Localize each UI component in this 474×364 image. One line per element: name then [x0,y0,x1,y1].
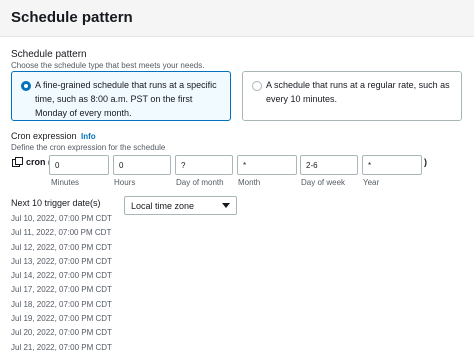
timezone-select[interactable]: Local time zone [124,196,237,215]
trigger-date: Jul 14, 2022, 07:00 PM CDT [11,271,112,281]
day-of-month-label: Day of month [176,178,224,187]
cron-prefix: cron ( [26,157,52,167]
radio-unselected-icon[interactable] [252,81,262,91]
trigger-date: Jul 12, 2022, 07:00 PM CDT [11,242,112,252]
schedule-pattern-label: Schedule pattern [11,49,87,60]
fine-grained-schedule-text: A fine-grained schedule that runs at a s… [35,80,217,118]
info-link[interactable]: Info [81,132,96,141]
minutes-input[interactable]: 0 [49,155,109,175]
page-title: Schedule pattern [11,9,133,26]
rate-schedule-text: A schedule that runs at a regular rate, … [266,80,450,104]
day-of-month-input[interactable]: ? [175,155,233,175]
month-input[interactable]: * [237,155,297,175]
trigger-date: Jul 19, 2022, 07:00 PM CDT [11,314,112,324]
hours-label: Hours [114,178,136,187]
cron-expression-description: Define the cron expression for the sched… [11,143,166,152]
cron-suffix: ) [424,157,427,167]
fine-grained-schedule-option[interactable]: A fine-grained schedule that runs at a s… [11,71,231,121]
trigger-date: Jul 18, 2022, 07:00 PM CDT [11,299,112,309]
trigger-dates-list: Jul 10, 2022, 07:00 PM CDT Jul 11, 2022,… [11,212,112,355]
trigger-date: Jul 21, 2022, 07:00 PM CDT [11,342,112,352]
trigger-date: Jul 17, 2022, 07:00 PM CDT [11,285,112,295]
caret-down-icon [222,203,230,208]
timezone-value: Local time zone [131,201,195,211]
next-trigger-dates-label: Next 10 trigger date(s) [11,198,101,208]
section-header: Schedule pattern [0,0,474,37]
trigger-date: Jul 13, 2022, 07:00 PM CDT [11,256,112,266]
trigger-date: Jul 11, 2022, 07:00 PM CDT [11,228,112,238]
trigger-date: Jul 10, 2022, 07:00 PM CDT [11,214,112,223]
day-of-week-input[interactable]: 2-6 [300,155,358,175]
cron-expression-label: Cron expression [11,131,77,141]
radio-selected-icon[interactable] [21,81,31,91]
copy-icon[interactable] [12,157,23,167]
year-input[interactable]: * [362,155,422,175]
hours-input[interactable]: 0 [113,155,171,175]
month-label: Month [238,178,261,187]
trigger-date: Jul 20, 2022, 07:00 PM CDT [11,328,112,338]
day-of-week-label: Day of week [301,178,346,187]
schedule-pattern-description: Choose the schedule type that best meets… [11,61,205,70]
minutes-label: Minutes [51,178,80,187]
year-label: Year [363,178,380,187]
rate-schedule-option[interactable]: A schedule that runs at a regular rate, … [242,71,462,121]
